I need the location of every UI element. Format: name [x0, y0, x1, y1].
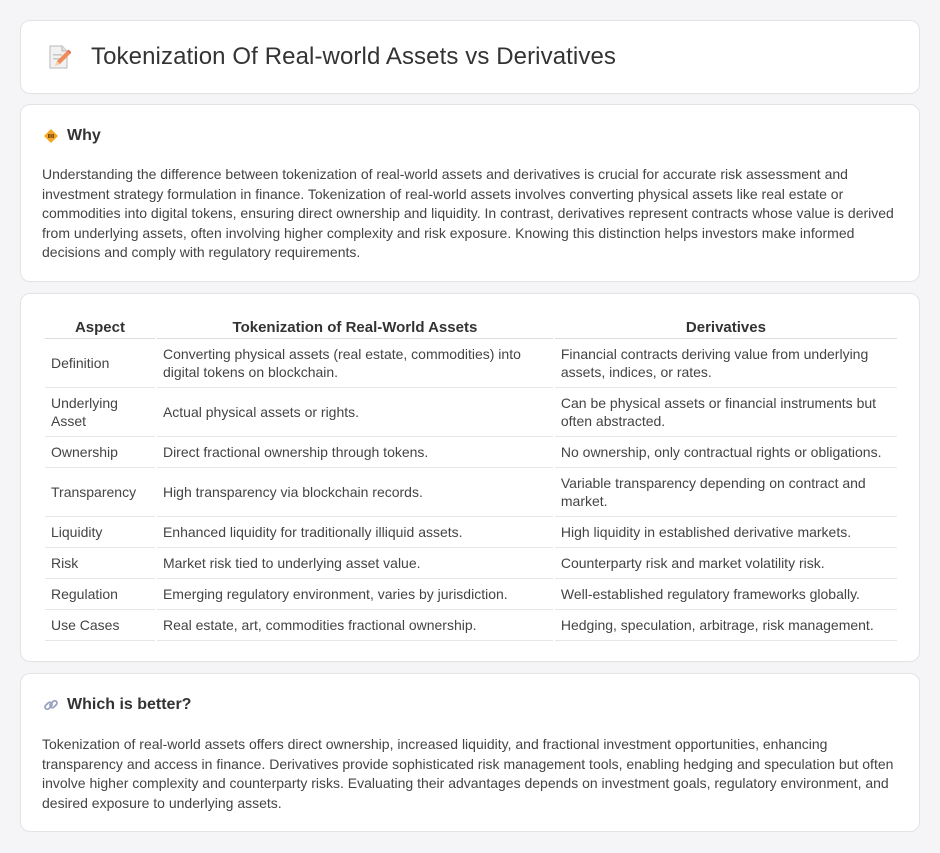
derivatives-cell: Variable transparency depending on contr…: [554, 468, 897, 517]
tokenization-cell: High transparency via blockchain records…: [156, 468, 553, 517]
document-pencil-icon: [49, 45, 71, 69]
tokenization-cell: Real estate, art, commodities fractional…: [156, 610, 553, 641]
aspect-cell: Risk: [45, 548, 155, 579]
comparison-card: Aspect Tokenization of Real-World Assets…: [20, 293, 920, 662]
column-header-tokenization: Tokenization of Real-World Assets: [156, 314, 553, 339]
table-row: Regulation Emerging regulatory environme…: [45, 579, 897, 610]
tokenization-cell: Enhanced liquidity for traditionally ill…: [156, 517, 553, 548]
aspect-cell: Regulation: [45, 579, 155, 610]
column-header-aspect: Aspect: [45, 314, 155, 339]
why-card: Why Understanding the difference between…: [20, 104, 920, 282]
tokenization-cell: Direct fractional ownership through toke…: [156, 437, 553, 468]
header-card: Tokenization Of Real-world Assets vs Der…: [20, 20, 920, 94]
why-title: Why: [67, 127, 101, 144]
derivatives-cell: High liquidity in established derivative…: [554, 517, 897, 548]
derivatives-cell: Financial contracts deriving value from …: [554, 339, 897, 388]
table-row: Definition Converting physical assets (r…: [45, 339, 897, 388]
title-row: Tokenization Of Real-world Assets vs Der…: [47, 43, 616, 71]
why-heading: Why: [43, 127, 101, 145]
table-header-row: Aspect Tokenization of Real-World Assets…: [45, 314, 897, 339]
derivatives-cell: Hedging, speculation, arbitrage, risk ma…: [554, 610, 897, 641]
tokenization-cell: Actual physical assets or rights.: [156, 388, 553, 437]
why-body: Understanding the difference between tok…: [42, 166, 894, 261]
page-title: Tokenization Of Real-world Assets vs Der…: [91, 43, 616, 70]
derivatives-cell: Well-established regulatory frameworks g…: [554, 579, 897, 610]
column-header-derivatives: Derivatives: [554, 314, 897, 339]
tokenization-cell: Emerging regulatory environment, varies …: [156, 579, 553, 610]
better-body: Tokenization of real-world assets offers…: [42, 736, 894, 811]
table-row: Risk Market risk tied to underlying asse…: [45, 548, 897, 579]
diamond-sign-icon: [44, 129, 58, 143]
table-row: Transparency High transparency via block…: [45, 468, 897, 517]
tokenization-cell: Market risk tied to underlying asset val…: [156, 548, 553, 579]
better-title: Which is better?: [67, 696, 192, 713]
table-row: Use Cases Real estate, art, commodities …: [45, 610, 897, 641]
aspect-cell: Use Cases: [45, 610, 155, 641]
aspect-cell: Transparency: [45, 468, 155, 517]
better-heading: Which is better?: [43, 696, 191, 714]
derivatives-cell: Can be physical assets or financial inst…: [554, 388, 897, 437]
aspect-cell: Underlying Asset: [45, 388, 155, 437]
which-better-card: Which is better? Tokenization of real-wo…: [20, 673, 920, 832]
table-row: Underlying Asset Actual physical assets …: [45, 388, 897, 437]
comparison-table: Aspect Tokenization of Real-World Assets…: [43, 314, 899, 641]
tokenization-cell: Converting physical assets (real estate,…: [156, 339, 553, 388]
table-row: Ownership Direct fractional ownership th…: [45, 437, 897, 468]
link-icon: [44, 699, 58, 711]
table-row: Liquidity Enhanced liquidity for traditi…: [45, 517, 897, 548]
aspect-cell: Liquidity: [45, 517, 155, 548]
derivatives-cell: No ownership, only contractual rights or…: [554, 437, 897, 468]
aspect-cell: Definition: [45, 339, 155, 388]
derivatives-cell: Counterparty risk and market volatility …: [554, 548, 897, 579]
aspect-cell: Ownership: [45, 437, 155, 468]
